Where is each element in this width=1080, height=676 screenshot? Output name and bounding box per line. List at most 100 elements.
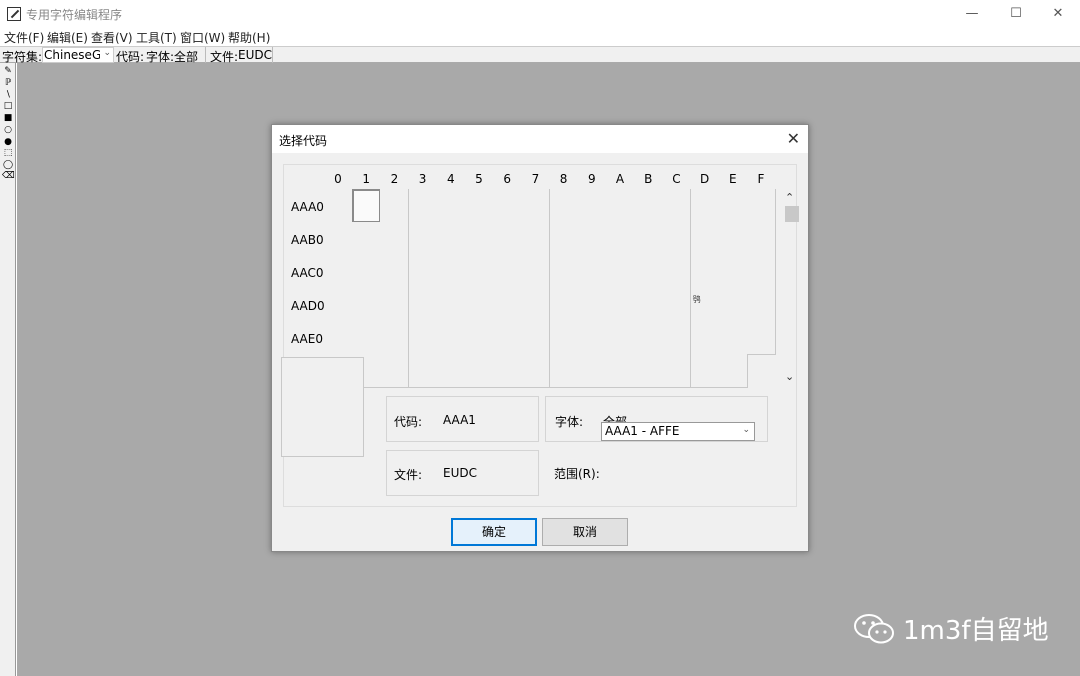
code-cell[interactable] bbox=[549, 321, 579, 355]
range-select[interactable]: AAA1 - AFFE ⌄ bbox=[601, 422, 755, 441]
code-cell[interactable] bbox=[662, 354, 692, 388]
code-cell[interactable] bbox=[408, 189, 438, 223]
code-cell[interactable] bbox=[465, 321, 494, 355]
code-cell[interactable] bbox=[718, 255, 748, 289]
code-cell[interactable] bbox=[662, 288, 692, 322]
menu-view[interactable]: 查看(V) bbox=[91, 29, 133, 46]
code-cell[interactable] bbox=[465, 354, 494, 388]
code-cell[interactable] bbox=[436, 288, 466, 322]
code-cell[interactable] bbox=[606, 321, 635, 355]
code-cell[interactable] bbox=[662, 255, 692, 289]
code-cell[interactable] bbox=[718, 222, 748, 256]
code-cell[interactable] bbox=[606, 288, 635, 322]
code-cell[interactable] bbox=[521, 222, 551, 256]
code-cell[interactable] bbox=[352, 255, 382, 289]
code-cell[interactable] bbox=[324, 321, 353, 355]
code-cell[interactable] bbox=[549, 288, 579, 322]
cancel-button[interactable]: 取消 bbox=[542, 518, 628, 546]
code-cell[interactable] bbox=[747, 189, 776, 223]
code-cell[interactable] bbox=[380, 189, 410, 223]
code-cell[interactable] bbox=[606, 189, 635, 223]
pencil-icon[interactable]: ✎ bbox=[2, 66, 14, 77]
code-cell[interactable] bbox=[521, 354, 551, 388]
code-cell[interactable] bbox=[521, 189, 551, 223]
code-cell[interactable] bbox=[634, 255, 664, 289]
filled-ellipse-icon[interactable]: ● bbox=[2, 137, 14, 148]
code-cell[interactable] bbox=[465, 189, 494, 223]
grid-scrollbar[interactable]: ⌃ ⌄ bbox=[784, 189, 799, 387]
code-cell[interactable] bbox=[606, 222, 635, 256]
minimize-button[interactable]: — bbox=[950, 0, 994, 28]
code-cell[interactable] bbox=[408, 255, 438, 289]
code-cell[interactable] bbox=[493, 321, 523, 355]
code-cell[interactable] bbox=[408, 288, 438, 322]
code-cell[interactable] bbox=[577, 189, 607, 223]
code-cell[interactable] bbox=[549, 222, 579, 256]
code-cell[interactable] bbox=[352, 222, 382, 256]
code-cell[interactable] bbox=[718, 189, 748, 223]
brush-icon[interactable]: ℙ bbox=[2, 78, 14, 89]
code-cell[interactable] bbox=[436, 354, 466, 388]
code-cell[interactable] bbox=[521, 255, 551, 289]
scrollbar-thumb[interactable] bbox=[785, 206, 799, 222]
code-cell[interactable] bbox=[634, 321, 664, 355]
code-cell[interactable] bbox=[662, 321, 692, 355]
code-cell[interactable] bbox=[408, 222, 438, 256]
menu-edit[interactable]: 编辑(E) bbox=[47, 29, 88, 46]
filled-rectangle-icon[interactable]: ■ bbox=[2, 113, 14, 124]
code-cell[interactable] bbox=[662, 222, 692, 256]
code-cell[interactable] bbox=[324, 189, 353, 223]
code-cell[interactable] bbox=[577, 288, 607, 322]
ok-button[interactable]: 确定 bbox=[451, 518, 537, 546]
code-cell[interactable] bbox=[718, 288, 748, 322]
code-cell[interactable] bbox=[436, 255, 466, 289]
code-cell[interactable] bbox=[493, 222, 523, 256]
code-cell[interactable] bbox=[521, 288, 551, 322]
code-cell[interactable] bbox=[577, 354, 607, 388]
eraser-icon[interactable]: ⌫ bbox=[2, 171, 15, 182]
code-cell[interactable] bbox=[606, 255, 635, 289]
code-cell[interactable]: 鸮 bbox=[690, 288, 720, 322]
code-cell[interactable] bbox=[436, 321, 466, 355]
line-icon[interactable]: ∖ bbox=[2, 90, 14, 101]
code-cell[interactable] bbox=[324, 288, 353, 322]
code-cell[interactable] bbox=[493, 354, 523, 388]
code-cell[interactable] bbox=[549, 255, 579, 289]
code-cell[interactable] bbox=[690, 189, 720, 223]
code-cell[interactable] bbox=[577, 321, 607, 355]
code-cell[interactable] bbox=[634, 354, 664, 388]
code-cell[interactable] bbox=[380, 222, 410, 256]
code-cell[interactable] bbox=[493, 189, 523, 223]
code-cell[interactable] bbox=[662, 189, 692, 223]
code-cell[interactable] bbox=[465, 255, 494, 289]
close-button[interactable]: ✕ bbox=[1036, 0, 1080, 28]
code-cell[interactable] bbox=[465, 222, 494, 256]
code-cell[interactable] bbox=[747, 255, 776, 289]
code-cell[interactable] bbox=[436, 189, 466, 223]
menu-tools[interactable]: 工具(T) bbox=[136, 29, 177, 46]
code-cell[interactable] bbox=[324, 255, 353, 289]
code-cell[interactable] bbox=[718, 321, 748, 355]
code-cell[interactable] bbox=[634, 189, 664, 223]
menu-window[interactable]: 窗口(W) bbox=[180, 29, 225, 46]
code-cell[interactable] bbox=[690, 321, 720, 355]
maximize-button[interactable]: ☐ bbox=[994, 0, 1038, 28]
code-cell[interactable] bbox=[690, 222, 720, 256]
menu-file[interactable]: 文件(F) bbox=[4, 29, 44, 46]
code-cell[interactable] bbox=[634, 288, 664, 322]
code-cell[interactable] bbox=[352, 189, 382, 223]
code-cell[interactable] bbox=[634, 222, 664, 256]
chevron-down-icon[interactable]: ⌄ bbox=[785, 370, 794, 383]
code-cell[interactable] bbox=[436, 222, 466, 256]
code-cell[interactable] bbox=[324, 222, 353, 256]
code-cell[interactable] bbox=[493, 255, 523, 289]
hollow-rectangle-icon[interactable]: □ bbox=[2, 101, 14, 112]
charset-select[interactable]: ChineseGB ⌄ bbox=[42, 47, 114, 63]
code-cell[interactable] bbox=[549, 189, 579, 223]
code-cell[interactable] bbox=[549, 354, 579, 388]
code-cell[interactable] bbox=[380, 354, 410, 388]
menu-help[interactable]: 帮助(H) bbox=[228, 29, 270, 46]
code-cell[interactable] bbox=[380, 255, 410, 289]
code-cell[interactable] bbox=[718, 354, 748, 388]
code-cell[interactable] bbox=[408, 354, 438, 388]
